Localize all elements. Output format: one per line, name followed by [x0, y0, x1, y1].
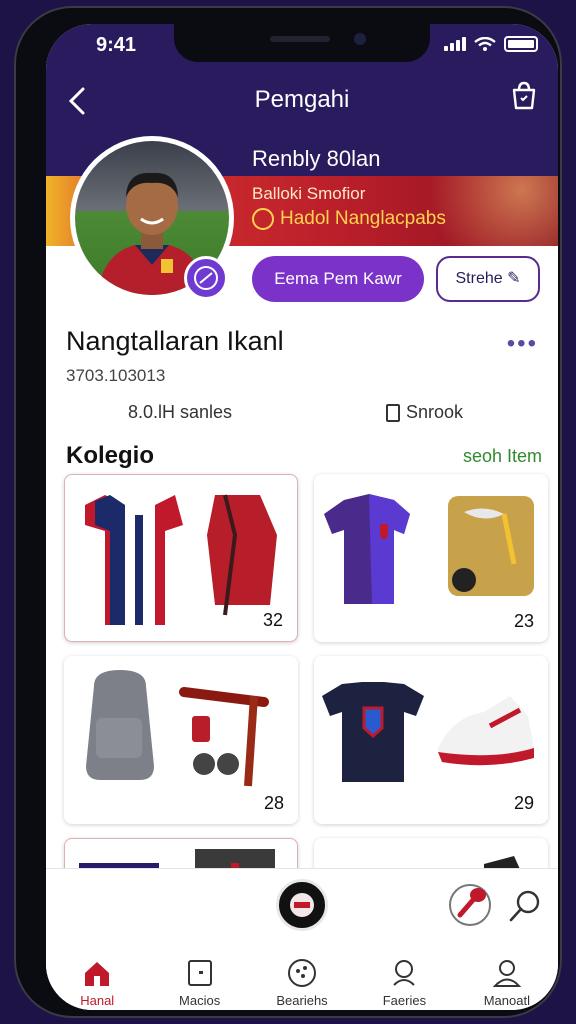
status-time: 9:41	[96, 34, 137, 56]
product-count: 23	[513, 611, 534, 631]
person-icon	[492, 960, 522, 987]
tab-home[interactable]: Hanal	[46, 947, 148, 1010]
product-card-4[interactable]: 29	[314, 656, 548, 824]
app-screen: 9:41 Pemgahi Renbly 80lan Balloki Smofio…	[46, 24, 558, 1010]
profile-name: Renbly 80lan	[252, 146, 381, 171]
product-card-1[interactable]: 32	[64, 474, 298, 642]
tab-label: Macios	[179, 993, 221, 1008]
verified-badge	[184, 256, 228, 300]
notch	[174, 24, 430, 62]
microphone-icon	[449, 884, 491, 926]
home-icon	[85, 962, 110, 986]
bag-icon	[512, 81, 536, 110]
product-count: 32	[262, 610, 283, 630]
sales-count: 8.0.lH sanles	[128, 402, 233, 422]
product-image	[324, 494, 534, 604]
more-options-button[interactable]: •••	[507, 330, 538, 358]
follow-button[interactable]: Eema Pem Kawr	[252, 256, 424, 302]
badge-icon	[252, 208, 274, 230]
product-card-2[interactable]: 23	[314, 474, 548, 642]
shop-name: Nangtallaran Ikanl	[66, 326, 284, 356]
tab-label: Manoatl	[483, 993, 530, 1008]
share-button-label: Strehe	[455, 270, 503, 287]
search-icon	[509, 890, 540, 922]
product-image	[322, 682, 534, 782]
see-all-link[interactable]: seoh Item	[463, 446, 542, 467]
product-count: 28	[263, 793, 284, 813]
shop-id: 3703.103013	[66, 366, 166, 385]
banner-subtitle: Balloki Smofior	[252, 184, 366, 203]
page-title: Pemgahi	[254, 86, 350, 113]
banner-tagline: Hadol Nanglacpabs	[252, 208, 446, 230]
status-icons	[444, 36, 538, 52]
voice-search-button[interactable]	[446, 881, 494, 929]
product-image	[86, 670, 269, 787]
sold-label: Snrook	[406, 402, 464, 422]
edit-icon: ✎	[502, 270, 521, 287]
tab-label: Hanal	[80, 993, 115, 1008]
tab-macios[interactable]: Macios	[148, 947, 250, 1010]
center-action-button[interactable]	[276, 879, 328, 931]
cart-button[interactable]	[508, 80, 540, 112]
tab-faeries[interactable]: Faeries	[353, 947, 455, 1010]
banner-tagline-text: Hadol Nanglacpabs	[280, 208, 446, 229]
product-card-3[interactable]: 28	[64, 656, 298, 824]
sold-stat: Snrook	[386, 402, 463, 423]
location-icon	[393, 960, 416, 986]
wifi-icon	[474, 37, 496, 51]
share-button[interactable]: Strehe ✎	[436, 256, 540, 302]
scan-icon	[290, 893, 314, 917]
battery-icon	[504, 36, 538, 52]
tab-label: Faeries	[382, 993, 427, 1008]
bottom-bar: Hanal Macios Beariehs Faeries Manoatl	[46, 868, 558, 1010]
ball-icon	[194, 266, 218, 290]
search-button[interactable]	[506, 887, 544, 925]
tab-label: Beariehs	[276, 993, 328, 1008]
ball-icon	[288, 959, 317, 987]
tab-bar: Hanal Macios Beariehs Faeries Manoatl	[46, 947, 558, 1010]
square-icon	[187, 960, 212, 986]
tab-manoatl[interactable]: Manoatl	[456, 947, 558, 1010]
product-count: 29	[513, 793, 534, 813]
bookmark-icon	[386, 403, 400, 422]
phone-frame: 9:41 Pemgahi Renbly 80lan Balloki Smofio…	[14, 6, 562, 1018]
section-title: Kolegio	[66, 442, 154, 469]
signal-icon	[444, 37, 466, 51]
tab-beariehs[interactable]: Beariehs	[251, 947, 353, 1010]
